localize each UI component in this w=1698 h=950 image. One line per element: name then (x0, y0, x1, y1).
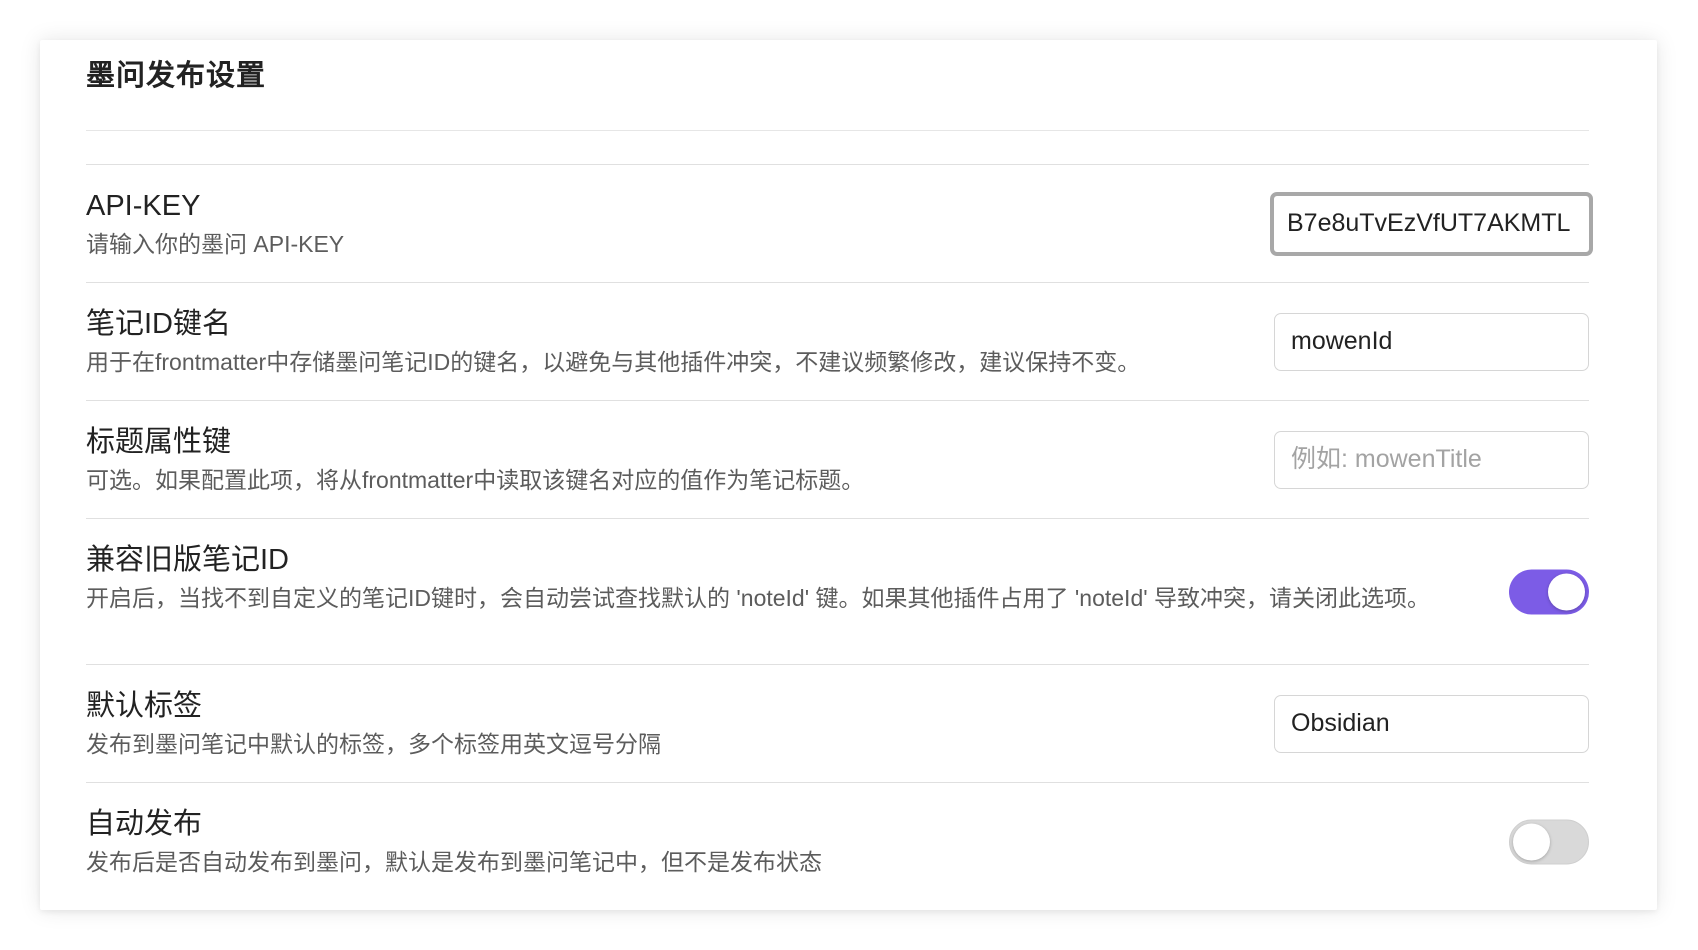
legacy-id-control (1509, 569, 1589, 614)
section-heading: 墨问发布设置 (86, 40, 1589, 131)
setting-name: 标题属性键 (86, 426, 232, 458)
setting-name: API-KEY (86, 190, 201, 222)
setting-title-key: 标题属性键 可选。如果配置此项，将从frontmatter中读取该键名对应的值作… (86, 400, 1589, 518)
auto-publish-control (1509, 819, 1589, 864)
setting-legacy-note-id: 兼容旧版笔记ID 开启后，当找不到自定义的笔记ID键时，会自动尝试查找默认的 '… (86, 518, 1589, 664)
note-id-key-control (1274, 312, 1589, 371)
setting-name: 自动发布 (86, 808, 203, 840)
auto-publish-toggle[interactable] (1509, 819, 1589, 864)
legacy-id-toggle[interactable] (1509, 569, 1589, 614)
setting-info: 标题属性键 可选。如果配置此项，将从frontmatter中读取该键名对应的值作… (86, 423, 1446, 496)
title-key-control (1274, 430, 1589, 489)
title-key-input[interactable] (1274, 430, 1589, 489)
setting-description: 请输入你的墨问 API-KEY (86, 231, 345, 257)
setting-description: 用于在frontmatter中存储墨问笔记ID的键名，以避免与其他插件冲突，不建… (86, 349, 1141, 375)
settings-content: 墨问发布设置 API-KEY 请输入你的墨问 API-KEY 笔记ID键名 用于… (86, 40, 1593, 900)
heading-spacer (86, 131, 1589, 164)
setting-info: 自动发布 发布后是否自动发布到墨问，默认是发布到墨问笔记中，但不是发布状态 (86, 805, 1446, 878)
setting-info: 兼容旧版笔记ID 开启后，当找不到自定义的笔记ID键时，会自动尝试查找默认的 '… (86, 541, 1446, 614)
setting-info: 笔记ID键名 用于在frontmatter中存储墨问笔记ID的键名，以避免与其他… (86, 305, 1446, 378)
default-tags-control (1274, 694, 1589, 753)
settings-panel: 墨问发布设置 API-KEY 请输入你的墨问 API-KEY 笔记ID键名 用于… (40, 40, 1657, 910)
setting-name: 兼容旧版笔记ID (86, 544, 290, 576)
setting-note-id-key: 笔记ID键名 用于在frontmatter中存储墨问笔记ID的键名，以避免与其他… (86, 282, 1589, 400)
setting-name: 默认标签 (86, 690, 203, 722)
setting-auto-publish: 自动发布 发布后是否自动发布到墨问，默认是发布到墨问笔记中，但不是发布状态 (86, 782, 1589, 900)
api-key-input[interactable] (1270, 191, 1593, 256)
setting-description: 发布到墨问笔记中默认的标签，多个标签用英文逗号分隔 (86, 731, 661, 757)
setting-api-key: API-KEY 请输入你的墨问 API-KEY (86, 164, 1593, 282)
toggle-knob (1548, 573, 1585, 610)
toggle-knob (1513, 823, 1550, 860)
section-title: 墨问发布设置 (86, 60, 267, 92)
api-key-control (1270, 191, 1593, 256)
setting-description: 可选。如果配置此项，将从frontmatter中读取该键名对应的值作为笔记标题。 (86, 467, 865, 493)
setting-name: 笔记ID键名 (86, 308, 232, 340)
setting-default-tags: 默认标签 发布到墨问笔记中默认的标签，多个标签用英文逗号分隔 (86, 664, 1589, 782)
setting-info: API-KEY 请输入你的墨问 API-KEY (86, 187, 1446, 260)
note-id-key-input[interactable] (1274, 312, 1589, 371)
default-tags-input[interactable] (1274, 694, 1589, 753)
setting-info: 默认标签 发布到墨问笔记中默认的标签，多个标签用英文逗号分隔 (86, 687, 1446, 760)
setting-description: 开启后，当找不到自定义的笔记ID键时，会自动尝试查找默认的 'noteId' 键… (86, 585, 1431, 611)
setting-description: 发布后是否自动发布到墨问，默认是发布到墨问笔记中，但不是发布状态 (86, 849, 822, 875)
